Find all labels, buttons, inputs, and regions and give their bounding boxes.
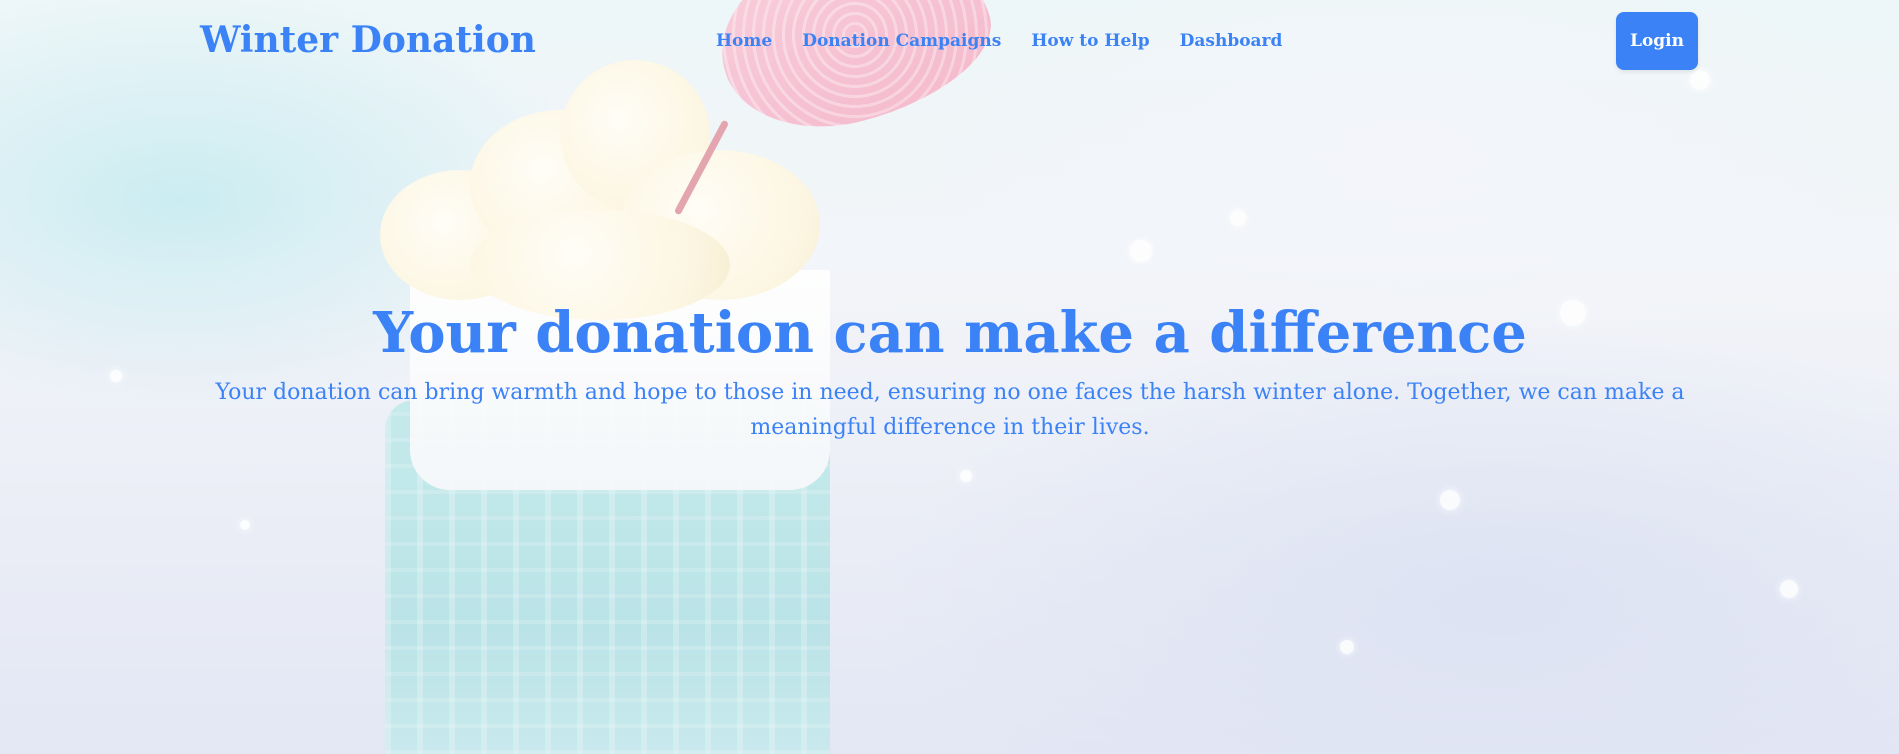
nav-link-home[interactable]: Home bbox=[716, 31, 772, 51]
hero-content: Your donation can make a difference Your… bbox=[190, 300, 1710, 445]
nav-link-dashboard[interactable]: Dashboard bbox=[1180, 31, 1283, 51]
nav-links: Home Donation Campaigns How to Help Dash… bbox=[716, 31, 1282, 51]
hero-section: Winter Donation Home Donation Campaigns … bbox=[0, 0, 1899, 754]
login-button[interactable]: Login bbox=[1616, 12, 1698, 70]
hero-subtitle: Your donation can bring warmth and hope … bbox=[215, 380, 1685, 441]
navbar: Winter Donation Home Donation Campaigns … bbox=[0, 0, 1899, 84]
nav-link-donation-campaigns[interactable]: Donation Campaigns bbox=[802, 31, 1001, 51]
nav-link-how-to-help[interactable]: How to Help bbox=[1031, 31, 1149, 51]
hero-title: Your donation can make a difference bbox=[373, 300, 1527, 366]
brand-logo[interactable]: Winter Donation bbox=[200, 19, 536, 61]
